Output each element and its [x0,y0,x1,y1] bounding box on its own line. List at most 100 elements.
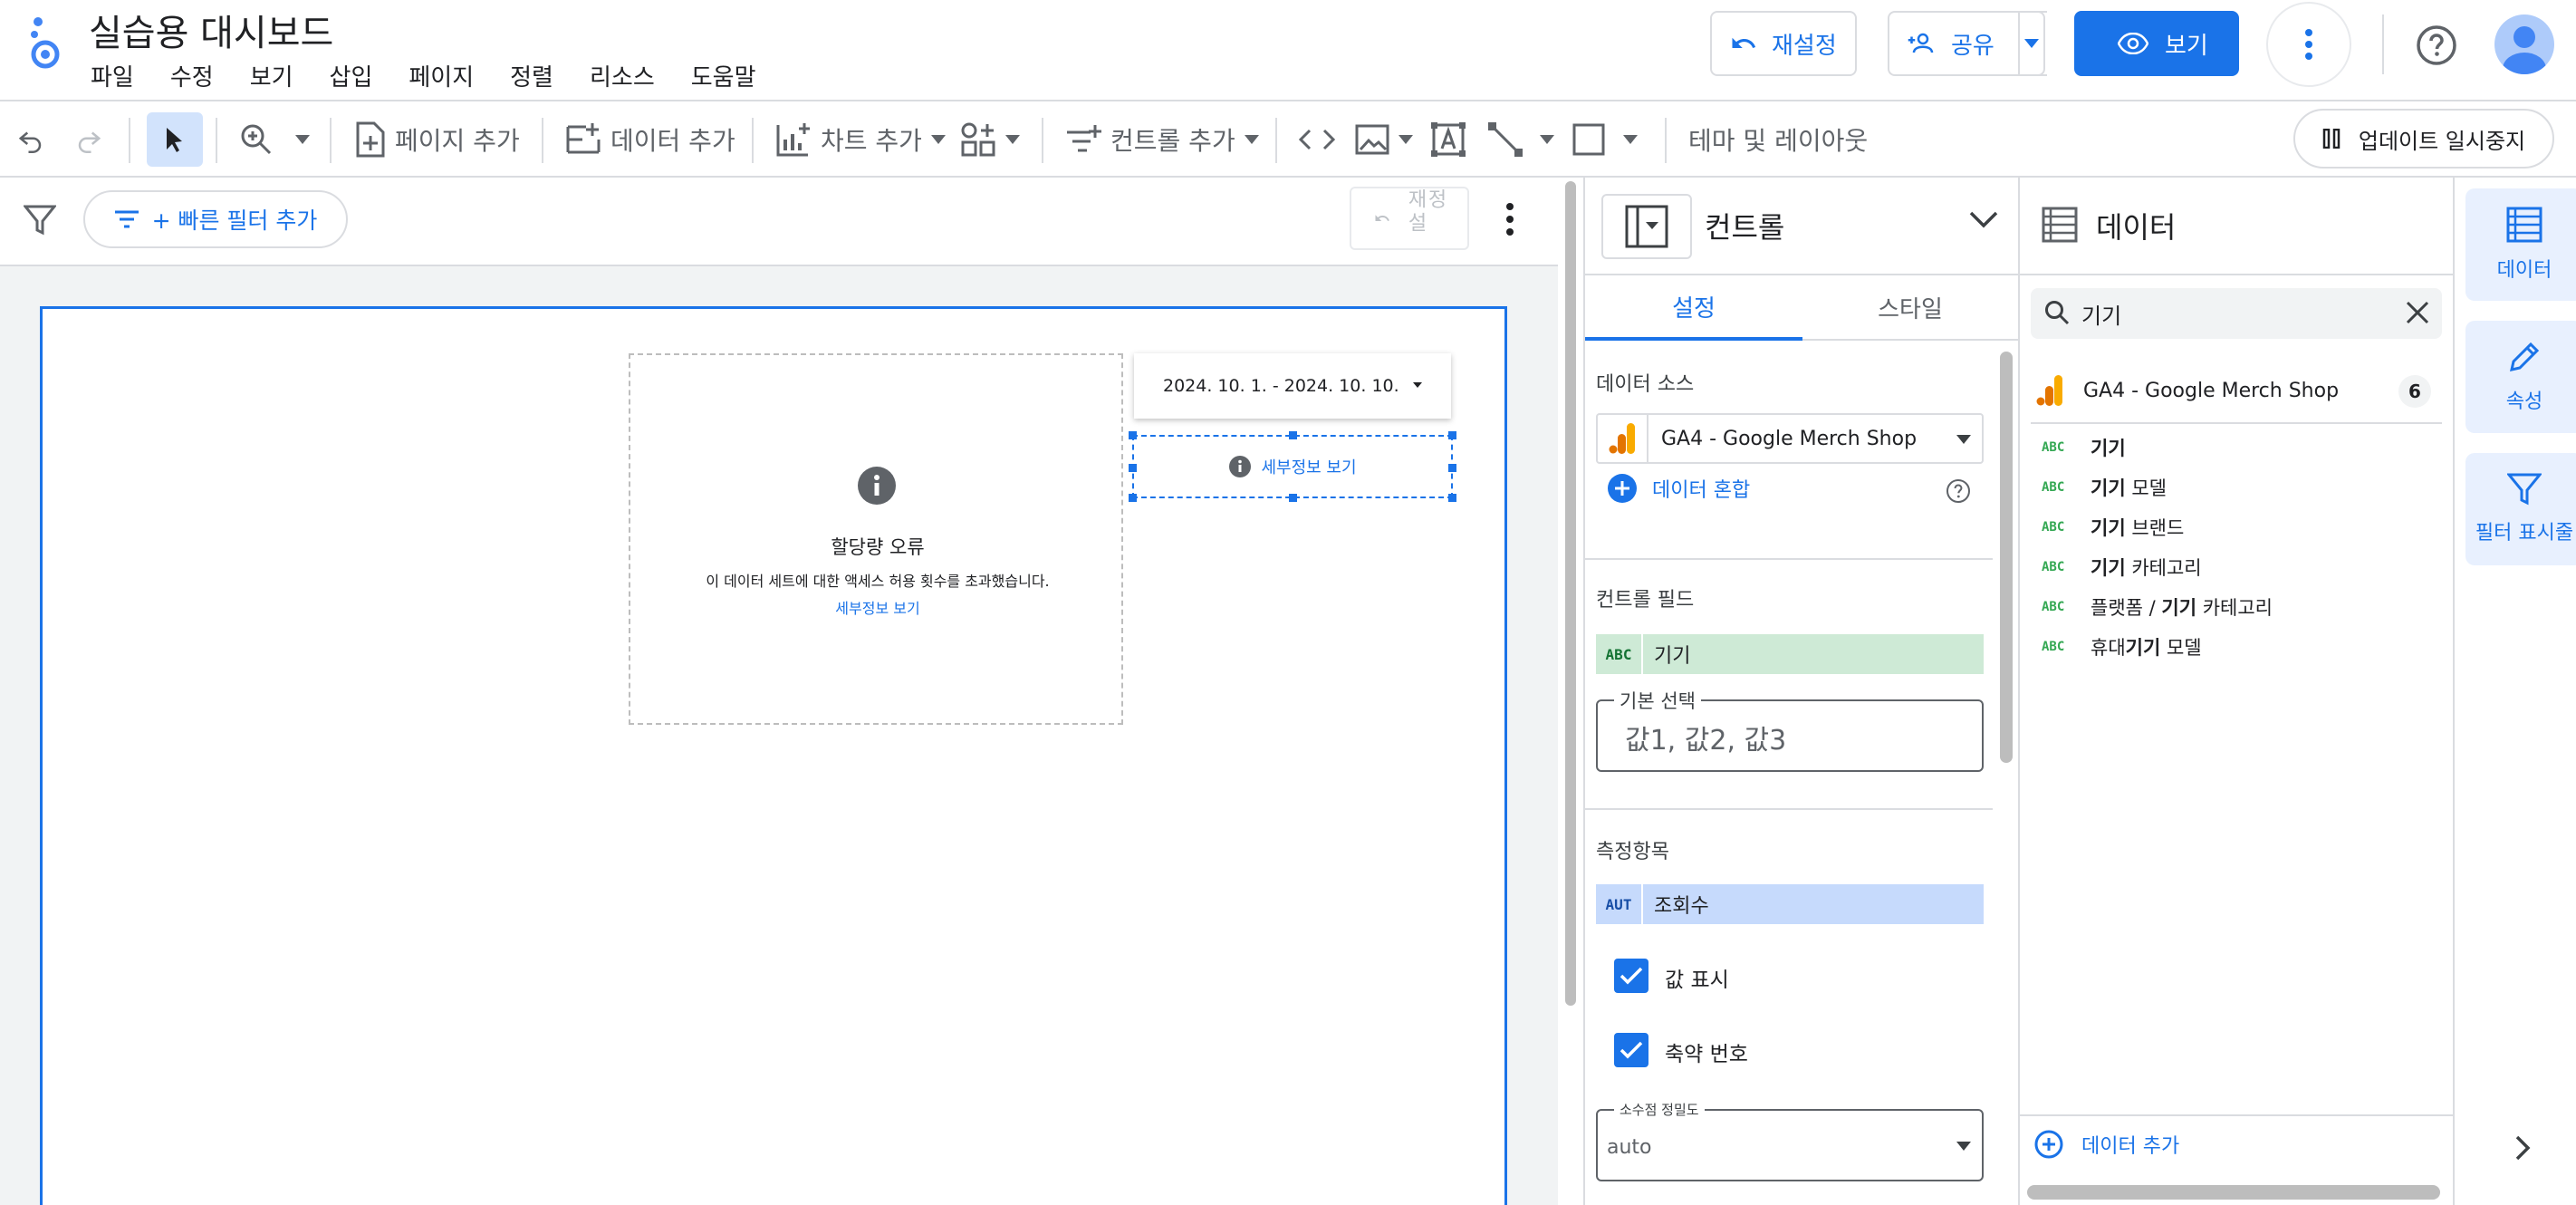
resize-handle[interactable] [1448,494,1456,502]
control-field-chip[interactable]: ABC 기기 [1596,634,1984,674]
field-item[interactable]: ABC 기기 브랜드 [2042,509,2184,545]
view-button[interactable]: 보기 [2074,11,2239,76]
field-item[interactable]: ABC 기기 모델 [2042,469,2167,506]
tab-setup[interactable]: 설정 [1585,275,1802,341]
add-control-label: 컨트롤 추가 [1110,126,1235,156]
menu-file[interactable]: 파일 [91,60,152,96]
zoom-button[interactable] [239,101,310,178]
field-item[interactable]: ABC 기기 [2042,429,2126,466]
add-chart-button[interactable]: 차트 추가 [775,101,946,178]
database-table-icon [2042,207,2078,243]
redo-icon[interactable] [72,101,105,178]
shape-button[interactable] [1572,101,1638,178]
add-page-button[interactable]: 페이지 추가 [355,101,520,178]
add-data-button[interactable]: 데이터 추가 [2020,1114,2453,1172]
data-panel-horizontal-scrollbar[interactable] [2027,1185,2440,1200]
error-title: 할당량 오류 [831,536,925,558]
add-component-button[interactable] [960,101,1020,178]
date-range-value: 2024. 10. 1. - 2024. 10. 10. [1163,376,1399,396]
caret-down-icon [1623,135,1638,144]
metric-label: 측정항목 [1596,841,1669,863]
close-icon[interactable] [2404,299,2431,326]
data-search-input[interactable] [2081,299,2353,328]
more-options-icon[interactable] [1505,203,1514,236]
tab-style[interactable]: 스타일 [1802,275,2018,341]
account-avatar[interactable] [2494,14,2554,74]
resize-handle[interactable] [1129,431,1137,439]
metric-chip[interactable]: AUT 조회수 [1596,884,1984,924]
menu-help[interactable]: 도움말 [691,60,774,96]
field-type-tag: ABC [2042,640,2065,654]
resize-handle[interactable] [1448,431,1456,439]
select-cursor-icon[interactable] [147,112,203,167]
properties-scroll-thumb[interactable] [2000,352,2013,763]
resize-handle[interactable] [1448,464,1456,472]
show-values-checkbox[interactable] [1614,959,1648,993]
chevron-down-icon[interactable] [1969,210,1998,228]
pause-updates-button[interactable]: 업데이트 일시중지 [2293,109,2554,169]
edit-pencil-icon [2507,340,2542,374]
reset-button[interactable]: 재설정 [1710,11,1857,76]
show-values-label: 값 표시 [1665,969,1729,992]
resize-handle[interactable] [1129,464,1137,472]
field-item[interactable]: ABC 플랫폼 / 기기 카테고리 [2042,589,2273,625]
field-item[interactable]: ABC 기기 카테고리 [2042,549,2202,585]
image-button[interactable] [1355,101,1413,178]
data-search-box[interactable] [2031,288,2442,339]
add-chart-icon [775,121,812,158]
error-details-link[interactable]: 세부정보 보기 [630,596,1125,618]
data-source-select[interactable]: GA4 - Google Merch Shop [1596,413,1984,464]
field-item[interactable]: ABC 휴대 기기 모델 [2042,629,2202,665]
more-options-icon[interactable] [2266,2,2351,87]
chevron-right-icon[interactable] [2514,1134,2533,1162]
add-control-icon [1065,123,1101,156]
embed-code-icon[interactable] [1299,101,1335,178]
menu-arrange[interactable]: 정렬 [510,60,572,96]
theme-layout-button[interactable]: 테마 및 레이아웃 [1688,101,1868,178]
rail-filter-bar-button[interactable]: 필터 표시줄 [2465,453,2576,565]
app-header: 실습용 대시보드 파일 수정 보기 삽입 페이지 정렬 리소스 도움말 재설정 … [0,0,2576,101]
default-selection-placeholder: 값1, 값2, 값3 [1625,725,1787,757]
toolbar-divider [216,118,217,163]
filter-icon[interactable] [24,205,56,236]
share-dropdown-button[interactable] [2018,11,2045,76]
resize-handle[interactable] [1129,494,1137,502]
menu-page[interactable]: 페이지 [409,60,492,96]
selected-drop-down-control[interactable]: 세부정보 보기 [1129,431,1456,502]
canvas-scroll-thumb[interactable] [1565,181,1576,1006]
reset-label: 재설정 [1772,32,1837,60]
rail-data-button[interactable]: 데이터 [2465,188,2576,301]
menu-bar: 파일 수정 보기 삽입 페이지 정렬 리소스 도움말 [91,60,793,96]
header-divider [2382,14,2384,74]
resize-handle[interactable] [1289,494,1297,502]
help-icon[interactable] [1946,478,1971,504]
filter-reset-button[interactable]: 재설정 [1350,187,1469,250]
decimal-precision-select[interactable]: 소수점 정밀도 auto [1596,1100,1984,1181]
resize-handle[interactable] [1289,431,1297,439]
add-data-button[interactable]: 데이터 추가 [565,101,735,178]
menu-insert[interactable]: 삽입 [330,60,391,96]
line-button[interactable] [1487,101,1554,178]
chart-type-selector[interactable] [1601,194,1692,259]
add-quick-filter-button[interactable]: + 빠른 필터 추가 [83,190,348,248]
date-range-control[interactable]: 2024. 10. 1. - 2024. 10. 10. [1134,353,1451,419]
menu-edit[interactable]: 수정 [170,60,232,96]
menu-view[interactable]: 보기 [250,60,312,96]
add-control-button[interactable]: 컨트롤 추가 [1065,101,1259,178]
data-source-row[interactable]: GA4 - Google Merch Shop 6 [2020,366,2453,415]
rail-properties-button[interactable]: 속성 [2465,321,2576,433]
text-box-icon[interactable] [1431,101,1466,178]
undo-icon[interactable] [14,101,47,178]
looker-studio-logo-icon[interactable] [25,13,65,72]
quota-error-chart[interactable]: 할당량 오류 이 데이터 세트에 대한 액세스 허용 횟수를 초과했습니다. 세… [629,353,1123,725]
toolbar-divider [542,118,543,163]
details-link[interactable]: 세부정보 보기 [1261,455,1356,478]
share-label: 공유 [1951,32,1994,60]
blend-data-button[interactable]: 데이터 혼합 [1607,473,1750,504]
default-selection-input[interactable]: 기본 선택 값1, 값2, 값3 [1596,687,1984,772]
menu-resource[interactable]: 리소스 [590,60,673,96]
compact-numbers-checkbox[interactable] [1614,1033,1648,1067]
properties-panel: 컨트롤 설정 스타일 데이터 소스 GA4 - Google Merch Sho… [1583,178,2018,1205]
report-title[interactable]: 실습용 대시보드 [89,4,333,56]
help-icon[interactable] [2415,24,2458,67]
